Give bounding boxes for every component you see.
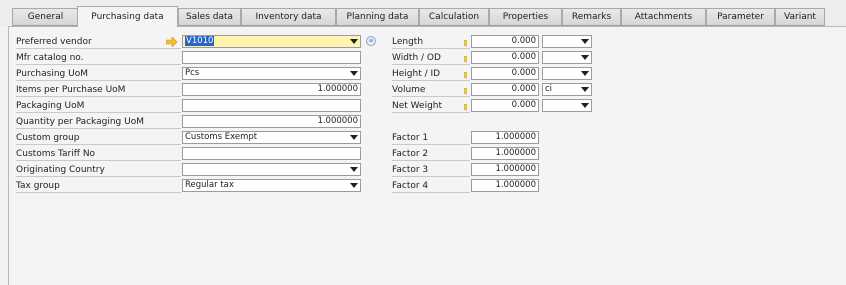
factor3-label: Factor 3: [392, 163, 470, 177]
factor1-input[interactable]: 1.000000: [471, 131, 539, 144]
packaging-uom-input[interactable]: [182, 99, 361, 112]
tab-label: Remarks: [571, 12, 612, 22]
qty-per-packaging-value: 1.000000: [317, 116, 358, 126]
tab-label: Calculation: [428, 12, 480, 22]
chevron-down-icon[interactable]: [581, 103, 589, 108]
length-label: Length: [392, 35, 470, 49]
tab-attachments[interactable]: Attachments: [621, 8, 706, 26]
tab-sales-data[interactable]: Sales data: [178, 8, 241, 26]
chevron-down-icon[interactable]: [350, 183, 358, 188]
preferred-vendor-select[interactable]: V1010: [182, 35, 361, 48]
custom-group-value: Customs Exempt: [185, 132, 258, 142]
height-input[interactable]: 0.000: [471, 67, 539, 80]
tab-purchasing-data[interactable]: Purchasing data: [77, 6, 178, 27]
tab-properties[interactable]: Properties: [489, 8, 562, 26]
link-marker-icon: [464, 56, 467, 62]
net-weight-value: 0.000: [511, 100, 536, 110]
factor4-input[interactable]: 1.000000: [471, 179, 539, 192]
items-per-uom-input[interactable]: 1.000000: [182, 83, 361, 96]
chevron-down-icon[interactable]: [581, 71, 589, 76]
volume-value: 0.000: [511, 84, 536, 94]
tab-remarks[interactable]: Remarks: [562, 8, 621, 26]
factor2-label: Factor 2: [392, 147, 470, 161]
link-marker-icon: [464, 40, 467, 46]
volume-unit-select[interactable]: ci: [542, 83, 592, 96]
tab-label: Variant: [784, 12, 816, 22]
customs-tariff-input[interactable]: [182, 147, 361, 160]
tab-planning-data[interactable]: Planning data: [336, 8, 419, 26]
net-weight-label: Net Weight: [392, 99, 470, 113]
chevron-down-icon[interactable]: [581, 55, 589, 60]
tab-calculation[interactable]: Calculation: [419, 8, 489, 26]
tab-label: Purchasing data: [91, 12, 164, 22]
height-value: 0.000: [511, 68, 536, 78]
link-marker-icon: [464, 72, 467, 78]
tax-group-label: Tax group: [16, 179, 181, 193]
factor4-label: Factor 4: [392, 179, 470, 193]
length-input[interactable]: 0.000: [471, 35, 539, 48]
tab-label: General: [27, 12, 64, 22]
height-label: Height / ID: [392, 67, 470, 81]
tax-group-select[interactable]: Regular tax: [182, 179, 361, 192]
custom-group-select[interactable]: Customs Exempt: [182, 131, 361, 144]
tab-inventory-data[interactable]: Inventory data: [241, 8, 336, 26]
tab-bar: General Purchasing data Sales data Inven…: [0, 0, 846, 27]
link-arrow-icon[interactable]: [166, 37, 178, 47]
preferred-vendor-label: Preferred vendor: [16, 35, 181, 49]
qty-per-packaging-input[interactable]: 1.000000: [182, 115, 361, 128]
volume-input[interactable]: 0.000: [471, 83, 539, 96]
length-value: 0.000: [511, 36, 536, 46]
packaging-uom-label: Packaging UoM: [16, 99, 181, 113]
items-per-uom-label: Items per Purchase UoM: [16, 83, 181, 97]
mfr-catalog-input[interactable]: [182, 51, 361, 64]
originating-country-label: Originating Country: [16, 163, 181, 177]
factor2-input[interactable]: 1.000000: [471, 147, 539, 160]
tab-parameter[interactable]: Parameter: [706, 8, 775, 26]
tab-label: Properties: [502, 12, 549, 22]
chevron-down-icon[interactable]: [581, 87, 589, 92]
tab-general[interactable]: General: [12, 8, 79, 26]
tab-label: Attachments: [634, 12, 693, 22]
tax-group-value: Regular tax: [185, 180, 234, 190]
width-label: Width / OD: [392, 51, 470, 65]
chevron-down-icon[interactable]: [581, 39, 589, 44]
volume-unit-value: ci: [545, 84, 553, 94]
info-icon[interactable]: ≡: [366, 36, 376, 46]
mfr-catalog-label: Mfr catalog no.: [16, 51, 181, 65]
tab-label: Inventory data: [255, 12, 322, 22]
chevron-down-icon[interactable]: [350, 167, 358, 172]
link-marker-icon: [464, 88, 467, 94]
purchasing-uom-select[interactable]: Pcs: [182, 67, 361, 80]
link-marker-icon: [464, 104, 467, 110]
width-value: 0.000: [511, 52, 536, 62]
tab-variant[interactable]: Variant: [775, 8, 825, 26]
tab-label: Sales data: [185, 12, 234, 22]
length-unit-select[interactable]: [542, 35, 592, 48]
net-weight-input[interactable]: 0.000: [471, 99, 539, 112]
chevron-down-icon[interactable]: [350, 135, 358, 140]
tab-label: Planning data: [346, 12, 409, 22]
factor1-label: Factor 1: [392, 131, 470, 145]
factor3-input[interactable]: 1.000000: [471, 163, 539, 176]
width-unit-select[interactable]: [542, 51, 592, 64]
preferred-vendor-value: V1010: [185, 36, 215, 46]
originating-country-select[interactable]: [182, 163, 361, 176]
volume-label: Volume: [392, 83, 470, 97]
items-per-uom-value: 1.000000: [317, 84, 358, 94]
factor3-value: 1.000000: [495, 164, 536, 174]
chevron-down-icon[interactable]: [350, 71, 358, 76]
width-input[interactable]: 0.000: [471, 51, 539, 64]
factor2-value: 1.000000: [495, 148, 536, 158]
height-unit-select[interactable]: [542, 67, 592, 80]
net-weight-unit-select[interactable]: [542, 99, 592, 112]
custom-group-label: Custom group: [16, 131, 181, 145]
purchasing-uom-label: Purchasing UoM: [16, 67, 181, 81]
factor1-value: 1.000000: [495, 132, 536, 142]
factor4-value: 1.000000: [495, 180, 536, 190]
tab-label: Parameter: [717, 12, 764, 22]
purchasing-uom-value: Pcs: [185, 68, 200, 78]
chevron-down-icon[interactable]: [350, 39, 358, 44]
qty-per-packaging-label: Quantity per Packaging UoM: [16, 115, 181, 129]
customs-tariff-label: Customs Tariff No: [16, 147, 181, 161]
